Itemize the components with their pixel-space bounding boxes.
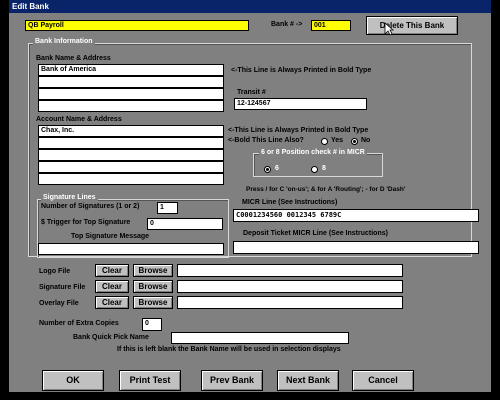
account-name-line-1[interactable]: Chax, Inc. [38,125,224,137]
bank-information-label: Bank Information [33,38,95,45]
logo-file-label: Logo File [39,268,71,275]
signature-file-field[interactable] [177,280,403,293]
check-8-radio[interactable] [311,166,318,173]
title-bar[interactable]: Edit Bank [9,0,491,13]
bold-note-bank: <-This Line is Always Printed in Bold Ty… [231,67,372,74]
bank-name-address-label: Bank Name & Address [36,55,111,62]
micr-line-field[interactable]: C0001234560 0012345 6789C [233,209,479,222]
account-address-line-3[interactable] [38,149,224,161]
account-address-line-5[interactable] [38,173,224,185]
signature-clear-button[interactable]: Clear [95,280,129,293]
edit-bank-window: Edit Bank QB Payroll Bank # -> 001 Delet… [9,0,491,400]
transit-label: Transit # [237,89,266,96]
quick-pick-note: If this is left blank the Bank Name will… [117,346,341,353]
account-address-line-4[interactable] [38,161,224,173]
bank-address-line-2[interactable] [38,76,224,88]
prev-bank-button[interactable]: Prev Bank [201,370,263,391]
signature-browse-button[interactable]: Browse [133,280,173,293]
overlay-file-field[interactable] [177,296,403,309]
signature-file-label: Signature File [39,284,86,291]
top-sig-message-field[interactable] [38,243,224,255]
extra-copies-field[interactable]: 0 [142,318,162,331]
bank-number-label: Bank # -> [271,21,303,28]
bold-line-question: <-Bold This Line Also? [228,137,304,144]
logo-browse-button[interactable]: Browse [133,264,173,277]
print-test-button[interactable]: Print Test [119,370,181,391]
bank-number-field[interactable]: 001 [311,20,351,31]
bold-yes-label: Yes [331,137,344,144]
transit-field[interactable]: 12-124567 [234,98,367,110]
check-6-radio[interactable] [264,166,271,173]
mouse-cursor-icon [384,22,394,36]
logo-clear-button[interactable]: Clear [95,264,129,277]
extra-copies-label: Number of Extra Copies [39,320,119,327]
num-signatures-field[interactable]: 1 [157,202,178,214]
bank-address-line-3[interactable] [38,88,224,100]
window-title: Edit Bank [12,2,49,11]
overlay-browse-button[interactable]: Browse [133,296,173,309]
bold-note-account: <-This Line is Always Printed in Bold Ty… [228,127,369,134]
check-position-group [253,153,383,177]
check-position-label: 6 or 8 Position check # in MICR [259,149,367,156]
num-signatures-label: Number of Signatures (1 or 2) [41,203,140,210]
next-bank-button[interactable]: Next Bank [277,370,339,391]
bold-no-radio[interactable] [351,138,358,145]
cancel-button[interactable]: Cancel [352,370,414,391]
overlay-clear-button[interactable]: Clear [95,296,129,309]
logo-file-field[interactable] [177,264,403,277]
top-sig-message-label: Top Signature Message [71,233,150,240]
screen-bottom-edge [0,392,500,400]
bold-no-label: No [361,137,371,144]
micr-line-label: MICR Line (See Instructions) [242,199,338,206]
ok-button[interactable]: OK [42,370,104,391]
bold-yes-radio[interactable] [321,138,328,145]
quick-pick-label: Bank Quick Pick Name [73,334,149,341]
signature-lines-label: Signature Lines [41,194,98,201]
deposit-micr-label: Deposit Ticket MICR Line (See Instructio… [243,230,388,237]
quick-pick-field[interactable] [171,332,349,344]
bank-name-line-1[interactable]: Bank of America [38,64,224,76]
account-name-address-label: Account Name & Address [36,116,122,123]
delete-bank-button[interactable]: Delete This Bank [366,16,458,35]
account-address-line-2[interactable] [38,137,224,149]
deposit-micr-field[interactable] [233,241,479,254]
trigger-label: $ Trigger for Top Signature [41,219,131,226]
check-8-label: 8 [322,165,326,172]
overlay-file-label: Overlay File [39,300,79,307]
trigger-field[interactable]: 0 [147,218,223,230]
micr-key-note: Press / for C 'on-us'; & for A 'Routing'… [246,186,406,193]
check-6-label: 6 [275,165,279,172]
payroll-name-field[interactable]: QB Payroll [25,20,249,31]
bank-address-line-4[interactable] [38,100,224,112]
